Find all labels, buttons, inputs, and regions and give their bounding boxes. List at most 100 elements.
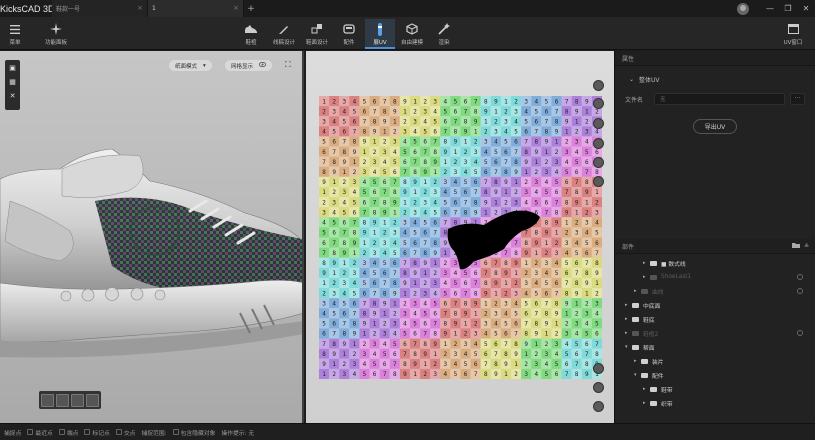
uv-cell-number: 2 bbox=[373, 240, 377, 247]
tree-item[interactable]: ▸ 装片 bbox=[615, 354, 815, 368]
checkbox[interactable] bbox=[172, 429, 179, 435]
hamburger-icon bbox=[8, 22, 22, 36]
chevron-down-icon[interactable]: ▾ bbox=[625, 344, 632, 350]
uv-cell-number: 7 bbox=[545, 300, 549, 307]
uv-cell-number: 5 bbox=[322, 321, 326, 328]
move-button[interactable] bbox=[593, 401, 604, 412]
tool-render[interactable]: 渲染 bbox=[429, 19, 459, 49]
image-icon[interactable]: ▣ bbox=[7, 62, 18, 73]
view-button[interactable] bbox=[593, 98, 604, 109]
tree-item[interactable]: ▾ 配件 bbox=[615, 368, 815, 382]
tool-accessory[interactable]: 配件 bbox=[334, 19, 364, 49]
tool-line-design[interactable]: 线稿设计 bbox=[269, 19, 299, 49]
avatar[interactable] bbox=[737, 2, 749, 15]
file-name-field[interactable]: 无 bbox=[654, 93, 785, 105]
visibility-icon[interactable] bbox=[797, 288, 803, 294]
chevron-right-icon[interactable]: ▸ bbox=[643, 274, 650, 280]
tree-item[interactable]: ▸ 中底面 bbox=[615, 298, 815, 312]
tree-item[interactable]: ▸ 织带 bbox=[615, 396, 815, 410]
status-item[interactable]: 包含隐藏对象 bbox=[172, 428, 215, 437]
uv-viewport[interactable]: 1234567891234567891234567891234567891234… bbox=[306, 51, 614, 423]
tool-shoe-last[interactable]: 鞋楦 bbox=[236, 19, 266, 49]
checkbox[interactable] bbox=[27, 429, 34, 435]
tree-item[interactable]: ▸ 鞋底 bbox=[615, 312, 815, 326]
uv-island[interactable] bbox=[444, 209, 544, 279]
rotate-button[interactable] bbox=[593, 118, 604, 129]
scale-button[interactable] bbox=[593, 157, 604, 168]
status-item[interactable]: 端点 bbox=[58, 428, 78, 437]
tool-free-modeling[interactable]: 自由建模 bbox=[397, 19, 427, 49]
visibility-icon[interactable] bbox=[797, 274, 803, 280]
feature-panel-button[interactable]: 功能面板 bbox=[39, 19, 73, 49]
uv-cell-number: 6 bbox=[423, 230, 427, 237]
orbit-button[interactable] bbox=[593, 382, 604, 393]
chevron-right-icon[interactable]: ▸ bbox=[643, 260, 650, 266]
close-window-button[interactable]: ✕ bbox=[797, 4, 815, 13]
expand-icon[interactable]: ⛶ bbox=[285, 60, 295, 70]
uv-cell-number: 1 bbox=[322, 189, 326, 196]
uv-window-button[interactable]: UV窗口 bbox=[778, 19, 808, 49]
visibility-icon[interactable] bbox=[797, 330, 803, 336]
uv-section-header[interactable]: ⌄ 整体UV bbox=[615, 66, 815, 84]
tab-document-1[interactable]: 鞋款一号 × bbox=[52, 0, 148, 17]
tree-item[interactable]: ▾ 帮面 bbox=[615, 340, 815, 354]
tab-document-2[interactable]: 1 × bbox=[148, 0, 244, 17]
uv-cell-number: 5 bbox=[545, 371, 549, 378]
tab-close-icon[interactable]: × bbox=[137, 4, 143, 12]
view-thumbnail[interactable] bbox=[71, 393, 84, 407]
uv-cell-number: 8 bbox=[363, 220, 367, 227]
tree-item[interactable]: ▸ 鞋楦2 bbox=[615, 326, 815, 340]
grid-icon[interactable]: ▦ bbox=[7, 76, 18, 87]
view-thumbnail[interactable] bbox=[86, 393, 99, 407]
checkbox[interactable] bbox=[115, 429, 122, 435]
chevron-right-icon[interactable]: ▸ bbox=[643, 386, 650, 392]
new-tab-button[interactable]: + bbox=[244, 4, 258, 14]
mirror-button[interactable] bbox=[593, 138, 604, 149]
tool-unwrap-uv[interactable]: 展UV bbox=[365, 19, 395, 49]
pan-button[interactable] bbox=[593, 363, 604, 374]
view-thumbnail[interactable] bbox=[56, 393, 69, 407]
view-thumbnail[interactable] bbox=[41, 393, 54, 407]
chevron-right-icon[interactable]: ▸ bbox=[625, 302, 632, 308]
uv-cell-number: 8 bbox=[433, 149, 437, 156]
uv-cell-number: 6 bbox=[534, 300, 538, 307]
export-uv-button[interactable]: 导出UV bbox=[693, 119, 737, 134]
uv-cell-number: 9 bbox=[585, 189, 589, 196]
folder-icon bbox=[650, 260, 657, 266]
uv-cell-number: 2 bbox=[555, 149, 559, 156]
minimize-button[interactable]: — bbox=[761, 4, 779, 13]
restore-button[interactable]: ❐ bbox=[779, 4, 797, 13]
grid-display-toggle[interactable]: 网格显示 bbox=[225, 60, 273, 71]
chevron-right-icon[interactable]: ▸ bbox=[625, 316, 632, 322]
tab-close-icon[interactable]: × bbox=[233, 4, 239, 12]
add-folder-icon[interactable] bbox=[791, 242, 800, 250]
uv-cell-number: 6 bbox=[383, 179, 387, 186]
tools-icon[interactable]: ✕ bbox=[7, 90, 18, 101]
view-mode-dropdown[interactable]: 纸面模式 ▾ bbox=[169, 60, 212, 71]
checkbox[interactable] bbox=[58, 429, 65, 435]
checkbox[interactable] bbox=[84, 429, 91, 435]
uv-cell-number: 3 bbox=[595, 300, 599, 307]
tree-item[interactable]: ▸ 鞋带 bbox=[615, 382, 815, 396]
tree-item[interactable]: ▸ ShoeLast1 bbox=[615, 270, 815, 284]
uv-cell-number: 9 bbox=[484, 290, 488, 297]
tool-upper-design[interactable]: 鞋面设计 bbox=[302, 19, 332, 49]
menu-button[interactable]: 菜单 bbox=[0, 19, 30, 49]
zoom-fit-button[interactable] bbox=[593, 80, 604, 91]
status-item[interactable]: 最近点 bbox=[27, 428, 53, 437]
tree-item[interactable]: ▸ ■ 数式线 bbox=[615, 256, 815, 270]
chevron-right-icon[interactable]: ▸ bbox=[634, 358, 641, 364]
tab-label: 鞋款一号 bbox=[56, 6, 81, 13]
status-item[interactable]: 交点 bbox=[115, 428, 135, 437]
chevron-right-icon[interactable]: ▸ bbox=[643, 400, 650, 406]
chevron-down-icon[interactable]: ▾ bbox=[634, 372, 641, 378]
grid-button[interactable] bbox=[593, 176, 604, 187]
uv-cell-number: 6 bbox=[363, 199, 367, 206]
3d-viewport[interactable]: ▣ ▦ ✕ 纸面模式 ▾ 网格显示 ⛶ bbox=[0, 51, 304, 423]
collapse-icon[interactable]: ≚ bbox=[804, 243, 809, 250]
tree-item[interactable]: ▸ 曲线 bbox=[615, 284, 815, 298]
status-item[interactable]: 标记点 bbox=[84, 428, 110, 437]
chevron-right-icon[interactable]: ▸ bbox=[634, 288, 641, 294]
chevron-right-icon[interactable]: ▸ bbox=[625, 330, 632, 336]
browse-button[interactable]: ··· bbox=[790, 93, 805, 105]
